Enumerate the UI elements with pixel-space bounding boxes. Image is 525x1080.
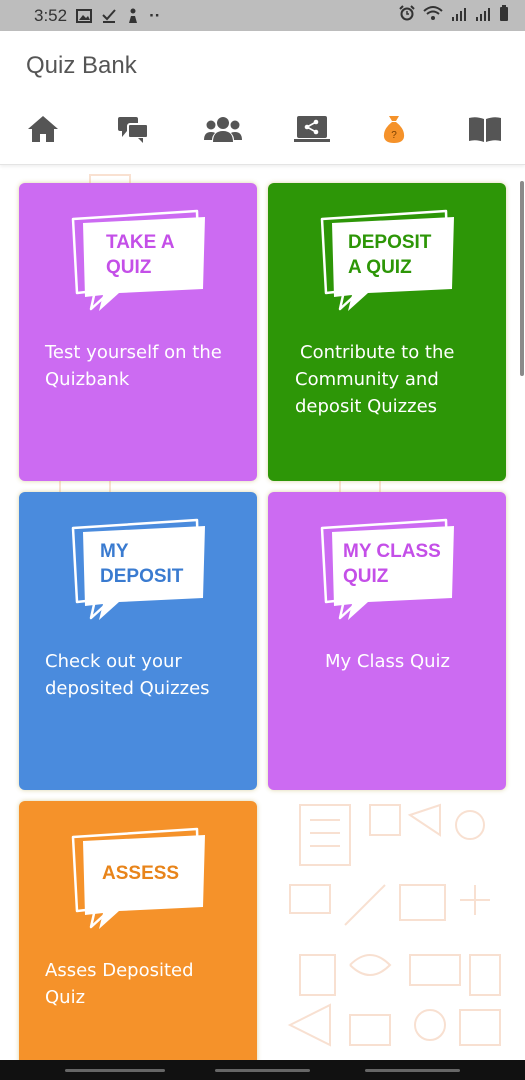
bubble-line-2: DEPOSIT [100, 566, 184, 587]
tab-groups[interactable] [193, 111, 253, 151]
group-icon [203, 114, 243, 149]
status-bar: 3:52 ·· [0, 0, 525, 31]
assess-card[interactable]: ASSESS Asses Deposited Quiz [19, 801, 257, 1060]
gesture-pill-center[interactable] [215, 1069, 310, 1072]
tab-chat[interactable] [103, 111, 163, 151]
desc-line-2: deposited Quizzes [45, 678, 210, 699]
my-class-quiz-card[interactable]: MY CLASS QUIZ My Class Quiz [268, 492, 506, 790]
card-description: My Class Quiz [325, 648, 450, 675]
gesture-pill-right[interactable] [365, 1069, 460, 1072]
take-quiz-card[interactable]: TAKE A QUIZ Test yourself on the Quizban… [19, 183, 257, 481]
money-bag-icon: ? [382, 114, 406, 149]
deposit-quiz-card[interactable]: DEPOSIT A QUIZ Contribute to the Communi… [268, 183, 506, 481]
signal-icon [451, 6, 467, 26]
card-bubble-label: ASSESS [102, 861, 202, 886]
bubble-line-2: QUIZ [343, 566, 389, 587]
desc-line-3: deposit Quizzes [295, 396, 438, 417]
open-book-icon [467, 114, 503, 149]
gesture-pill-left[interactable] [65, 1069, 165, 1072]
battery-icon [499, 5, 509, 26]
chat-bubbles-icon [116, 114, 150, 149]
desc-line-1: Check out your [45, 651, 182, 672]
card-bubble-label: MY CLASS QUIZ [343, 539, 453, 589]
checkmark-download-icon [101, 8, 117, 24]
tab-home[interactable] [13, 111, 73, 151]
status-time: 3:52 [34, 5, 68, 25]
desc-line-2: Quiz [45, 987, 86, 1008]
scrollbar[interactable] [520, 181, 524, 376]
bubble-line-2: QUIZ [106, 257, 152, 278]
card-bubble-label: MY DEPOSIT [100, 539, 200, 589]
system-gesture-bar [0, 1060, 525, 1080]
card-bubble-label: DEPOSIT A QUIZ [348, 230, 448, 280]
desc-line-1: Contribute to the [300, 342, 455, 363]
signal-icon [475, 6, 491, 26]
card-bubble-label: TAKE A QUIZ [106, 230, 206, 280]
desc-line-2: Quizbank [45, 369, 130, 390]
person-run-icon [126, 8, 140, 24]
card-description: Test yourself on the Quizbank [45, 339, 222, 393]
bubble-line-1: ASSESS [102, 863, 180, 884]
tab-library[interactable] [455, 111, 515, 151]
desc-line-1: My Class Quiz [325, 651, 451, 672]
card-description: Contribute to the Community and deposit … [295, 339, 454, 420]
status-more-dots: ·· [149, 5, 161, 25]
alarm-icon [399, 5, 415, 26]
screen-share-icon [294, 114, 330, 149]
bubble-line-1: DEPOSIT [348, 232, 432, 253]
desc-line-2: Community and [295, 369, 439, 390]
card-description: Asses Deposited Quiz [45, 957, 194, 1011]
quiz-bank-grid[interactable]: TAKE A QUIZ Test yourself on the Quizban… [0, 165, 525, 1060]
desc-line-1: Asses Deposited [45, 960, 194, 981]
bubble-line-2: A QUIZ [348, 257, 412, 278]
app-bar: Quiz Bank ? [0, 31, 525, 165]
svg-text:?: ? [391, 130, 397, 141]
wifi-icon [423, 5, 443, 26]
home-icon [26, 114, 60, 149]
page-title: Quiz Bank [26, 52, 137, 79]
my-deposit-card[interactable]: MY DEPOSIT Check out your deposited Quiz… [19, 492, 257, 790]
nav-tabs: ? [0, 111, 525, 151]
bubble-line-1: TAKE A [106, 232, 175, 253]
tab-quiz-bank[interactable]: ? [364, 111, 424, 151]
image-icon [76, 8, 93, 23]
bubble-line-1: MY [100, 541, 129, 562]
desc-line-1: Test yourself on the [45, 342, 222, 363]
card-description: Check out your deposited Quizzes [45, 648, 210, 702]
bubble-line-1: MY CLASS [343, 541, 441, 562]
tab-share[interactable] [282, 111, 342, 151]
